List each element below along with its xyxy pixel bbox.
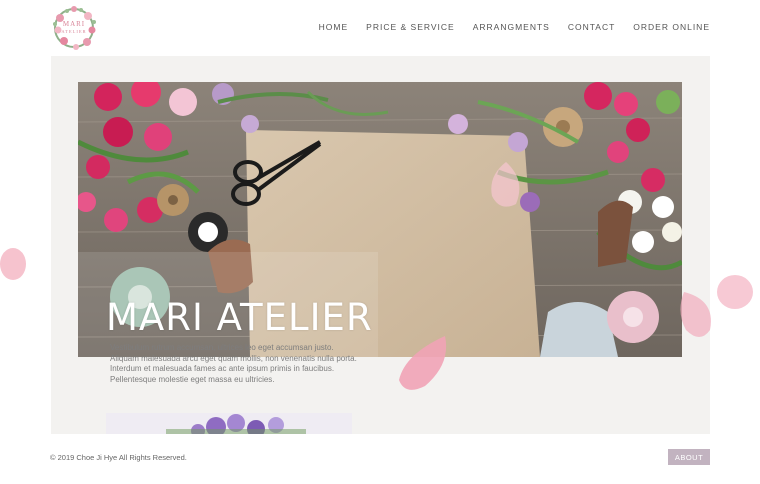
main-nav: HOME PRICE & SERVICE ARRANGMENTS CONTACT… [319,22,710,32]
hero-title: MARI ATELIER [106,296,373,339]
petal-hero-decoration [491,162,520,207]
arrangement-thumbnail[interactable] [106,413,352,434]
nav-price-service[interactable]: PRICE & SERVICE [366,22,455,32]
purple-flowers-illustration [106,413,352,434]
nav-arrangments[interactable]: ARRANGMENTS [473,22,550,32]
hero-description: Vestibulum rutrum accumsan, ultrices leo… [110,343,357,384]
nav-home[interactable]: HOME [319,22,349,32]
page: MARI ATELIER HOME PRICE & SERVICE ARRANG… [0,0,760,484]
nav-order-online[interactable]: ORDER ONLINE [633,22,710,32]
logo-text-top: MARI [62,20,86,29]
nav-contact[interactable]: CONTACT [568,22,615,32]
petal-right-small-decoration [680,292,711,337]
logo[interactable]: MARI ATELIER [50,4,98,52]
about-button[interactable]: ABOUT [668,449,710,465]
petal-right-decoration [717,275,753,309]
petal-left-decoration [0,248,26,280]
copyright-text: © 2019 Choe Ji Hye All Rights Reserved. [50,453,187,462]
logo-text-bottom: ATELIER [61,29,87,35]
petal-center-decoration [399,336,447,390]
